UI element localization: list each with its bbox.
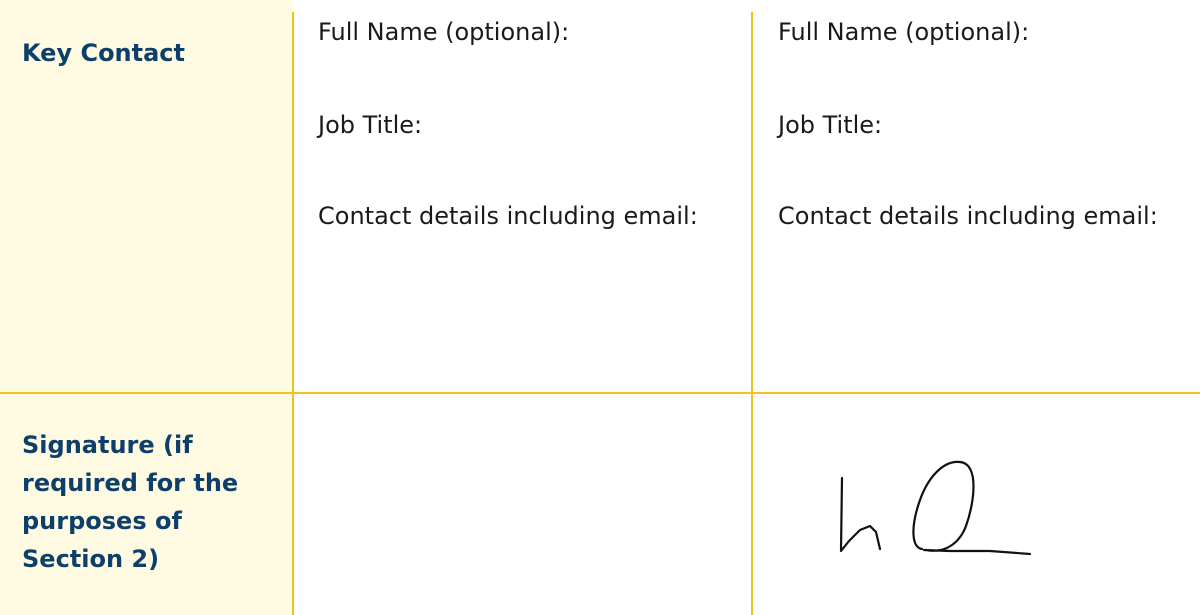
signature-label: Signature (if required for the purposes … — [22, 431, 239, 573]
label-column-border — [292, 12, 294, 615]
full-name-label-col1: Full Name (optional): — [318, 18, 570, 46]
key-contact-label: Key Contact — [22, 39, 186, 67]
row-divider — [0, 392, 1200, 394]
contact-details-label-col2: Contact details including email: — [778, 202, 1158, 230]
full-name-label-col2: Full Name (optional): — [778, 18, 1030, 46]
signature-field-col1[interactable] — [295, 395, 749, 615]
contact-details-label-col1: Contact details including email: — [318, 202, 698, 230]
handwritten-signature-icon — [839, 460, 1032, 556]
job-title-label-col2: Job Title: — [778, 111, 883, 139]
job-title-label-col1: Job Title: — [318, 111, 423, 139]
column-divider — [751, 12, 753, 615]
